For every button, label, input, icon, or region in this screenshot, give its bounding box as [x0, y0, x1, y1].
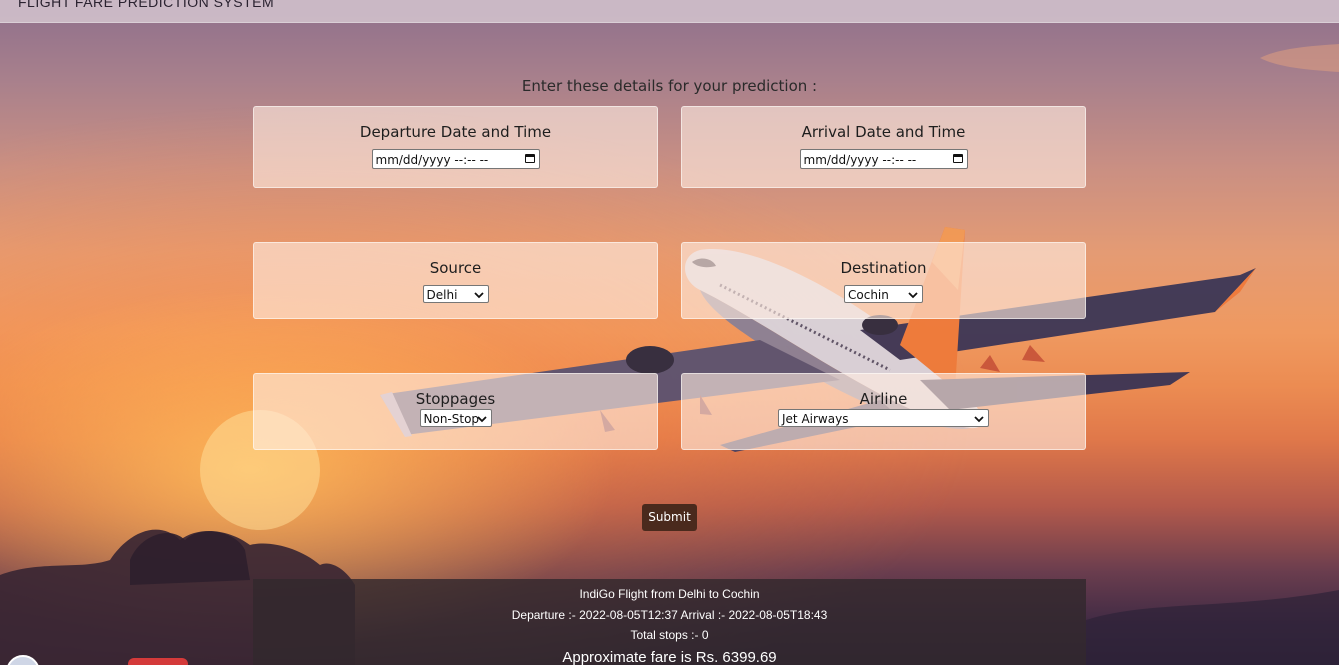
calendar-icon[interactable] [952, 154, 963, 163]
departure-datetime-placeholder: mm/dd/yyyy --:-- -- [375, 153, 489, 167]
stoppages-selected-value: Non-Stop [423, 412, 480, 426]
prediction-result-panel: IndiGo Flight from Delhi to Cochin Depar… [253, 579, 1086, 665]
airline-card: Airline Jet Airways [681, 373, 1086, 450]
result-stops: Total stops :- 0 [630, 628, 709, 642]
result-times: Departure :- 2022-08-05T12:37 Arrival :-… [511, 607, 828, 622]
chevron-down-icon [908, 292, 918, 299]
chevron-down-icon [473, 292, 484, 299]
source-selected-value: Delhi [426, 288, 458, 302]
destination-label: Destination [840, 259, 927, 277]
cloud-silhouette [1260, 44, 1339, 72]
airline-select[interactable]: Jet Airways [778, 409, 989, 427]
stoppages-card: Stoppages Non-Stop [253, 373, 658, 450]
departure-label: Departure Date and Time [359, 123, 552, 141]
submit-button[interactable]: Submit [642, 504, 697, 531]
source-label: Source [429, 259, 482, 277]
arrival-datetime-placeholder: mm/dd/yyyy --:-- -- [803, 153, 917, 167]
destination-select[interactable]: Cochin [844, 285, 923, 303]
result-flight: IndiGo Flight from Delhi to Cochin [579, 587, 760, 601]
floating-badge[interactable] [128, 658, 188, 665]
cloud-silhouette [1086, 590, 1339, 665]
app-title: FLIGHT FARE PREDICTION SYSTEM [18, 0, 275, 10]
chevron-down-icon [974, 416, 984, 423]
cloud-silhouette [130, 531, 250, 585]
arrival-card: Arrival Date and Time mm/dd/yyyy --:-- -… [681, 106, 1086, 188]
chevron-down-icon [476, 416, 487, 423]
form-prompt: Enter these details for your prediction … [521, 77, 818, 95]
stoppages-label: Stoppages [415, 390, 496, 408]
airline-selected-value: Jet Airways [782, 412, 849, 426]
result-fare: Approximate fare is Rs. 6399.69 [562, 648, 777, 665]
header-bar: FLIGHT FARE PREDICTION SYSTEM [0, 0, 1339, 23]
floating-widget-icon[interactable] [6, 655, 40, 665]
calendar-icon[interactable] [524, 154, 535, 163]
source-card: Source Delhi [253, 242, 658, 319]
arrival-label: Arrival Date and Time [801, 123, 966, 141]
background-image [0, 44, 1339, 665]
airline-label: Airline [859, 390, 908, 408]
stoppages-select[interactable]: Non-Stop [419, 409, 492, 427]
destination-card: Destination Cochin [681, 242, 1086, 319]
departure-card: Departure Date and Time mm/dd/yyyy --:--… [253, 106, 658, 188]
departure-datetime-input[interactable]: mm/dd/yyyy --:-- -- [371, 149, 540, 169]
arrival-datetime-input[interactable]: mm/dd/yyyy --:-- -- [799, 149, 968, 169]
source-select[interactable]: Delhi [422, 285, 489, 303]
destination-selected-value: Cochin [848, 288, 889, 302]
